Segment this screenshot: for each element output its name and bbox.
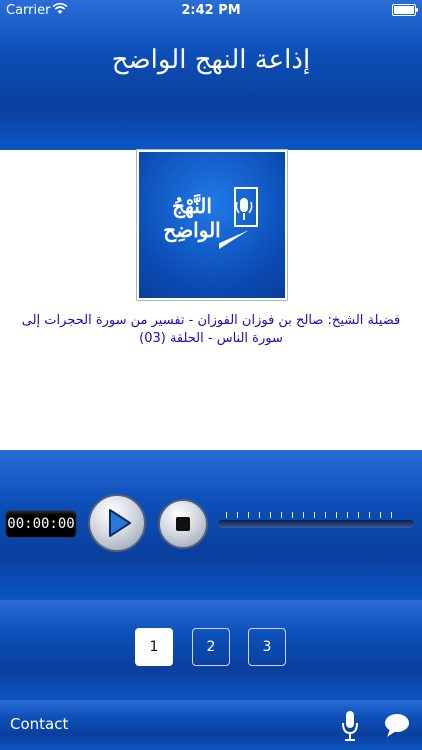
- status-bar: Carrier 2:42 PM: [0, 0, 422, 22]
- page-button-1[interactable]: 1: [135, 628, 173, 666]
- stop-button[interactable]: [158, 499, 208, 549]
- play-icon: [109, 509, 131, 537]
- page-title: إذاعة النهج الواضح: [111, 45, 311, 75]
- pagination: 1 2 3: [0, 600, 422, 700]
- page-button-2[interactable]: 2: [192, 628, 230, 666]
- bottom-bar: Contact: [0, 700, 422, 750]
- status-time: 2:42 PM: [181, 3, 241, 18]
- microphone-icon[interactable]: [340, 710, 360, 742]
- slider-track: [218, 520, 414, 528]
- station-logo: النَّهْجُ الواضِح: [137, 150, 287, 300]
- play-button[interactable]: [88, 494, 146, 552]
- battery-icon: [392, 4, 418, 16]
- contact-link[interactable]: Contact: [10, 715, 68, 733]
- elapsed-time: 00:00:00: [6, 511, 76, 537]
- progress-slider[interactable]: [218, 512, 414, 534]
- header-bar: Carrier 2:42 PM إذاعة النهج الواضح: [0, 0, 422, 150]
- microphone-logo-icon: [219, 187, 258, 249]
- stop-icon: [176, 517, 190, 531]
- episode-description: فضيلة الشيخ: صالح بن فوزان الفوزان - تفس…: [21, 313, 401, 346]
- page-button-3[interactable]: 3: [248, 628, 286, 666]
- audio-player: 00:00:00: [0, 450, 422, 600]
- slider-ticks: [226, 512, 402, 518]
- chat-icon[interactable]: [384, 712, 410, 738]
